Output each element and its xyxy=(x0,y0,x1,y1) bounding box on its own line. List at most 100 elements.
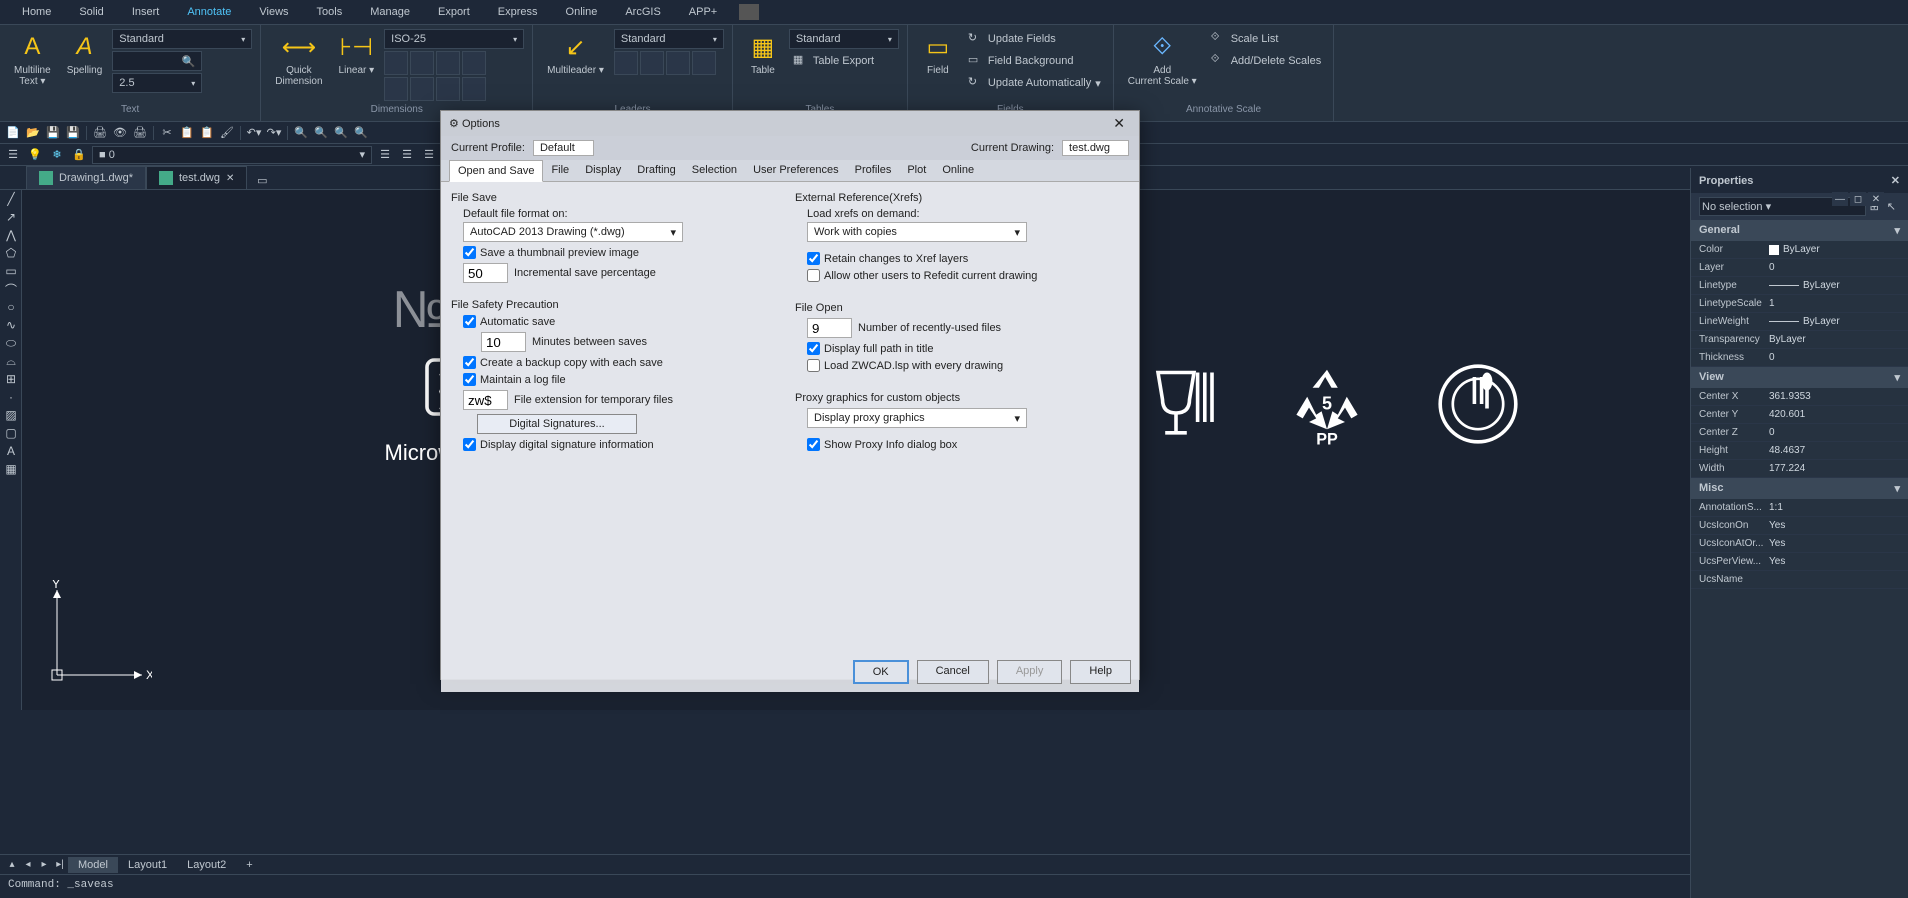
point-tool-icon[interactable]: · xyxy=(0,388,22,406)
incremental-input[interactable] xyxy=(463,263,508,283)
menu-home[interactable]: Home xyxy=(8,2,65,22)
redo-icon[interactable]: ↷▾ xyxy=(265,124,283,142)
layout-tab-model[interactable]: Model xyxy=(68,857,118,873)
leader-tool-icon[interactable] xyxy=(666,51,690,75)
layout-tab-2[interactable]: Layout2 xyxy=(177,857,236,873)
tab-display[interactable]: Display xyxy=(577,160,629,181)
text-find-input[interactable]: 🔍 xyxy=(112,51,202,71)
update-auto-button[interactable]: ↻Update Automatically ▾ xyxy=(964,73,1105,93)
prop-row[interactable]: LineWeightByLayer xyxy=(1691,313,1908,331)
cancel-button[interactable]: Cancel xyxy=(917,660,989,684)
zoom-icon[interactable]: 🔍 xyxy=(292,124,310,142)
open-icon[interactable]: 📂 xyxy=(24,124,42,142)
layer-props-icon[interactable]: ☰ xyxy=(4,146,22,164)
quick-dimension-button[interactable]: ⟷ Quick Dimension xyxy=(269,29,328,89)
block-tool-icon[interactable]: ⊞ xyxy=(0,370,22,388)
circle-tool-icon[interactable]: ○ xyxy=(0,298,22,316)
prop-row[interactable]: Thickness0 xyxy=(1691,349,1908,367)
menu-online[interactable]: Online xyxy=(552,2,612,22)
leader-tool-icon[interactable] xyxy=(640,51,664,75)
prop-row[interactable]: LinetypeByLayer xyxy=(1691,277,1908,295)
prop-row[interactable]: TransparencyByLayer xyxy=(1691,331,1908,349)
update-fields-button[interactable]: ↻Update Fields xyxy=(964,29,1105,49)
add-delete-scales-button[interactable]: ⟐Add/Delete Scales xyxy=(1207,51,1326,71)
close-panel-icon[interactable]: ✕ xyxy=(1891,174,1900,187)
proxy-combo[interactable]: Display proxy graphics▾ xyxy=(807,408,1027,428)
menu-manage[interactable]: Manage xyxy=(356,2,424,22)
undo-icon[interactable]: ↶▾ xyxy=(245,124,263,142)
menu-solid[interactable]: Solid xyxy=(65,2,117,22)
prop-row[interactable]: Layer0 xyxy=(1691,259,1908,277)
maximize-icon[interactable]: ◻ xyxy=(1850,192,1866,206)
tab-open-save[interactable]: Open and Save xyxy=(449,160,543,182)
menu-export[interactable]: Export xyxy=(424,2,484,22)
load-xrefs-combo[interactable]: Work with copies▾ xyxy=(807,222,1027,242)
table-style-combo[interactable]: Standard▾ xyxy=(789,29,899,49)
drawing-combo[interactable]: test.dwg xyxy=(1062,140,1129,156)
cut-icon[interactable]: ✂ xyxy=(158,124,176,142)
dim-style-combo[interactable]: ISO-25▾ xyxy=(384,29,524,49)
leader-tool-icon[interactable] xyxy=(692,51,716,75)
copy-icon[interactable]: 📋 xyxy=(178,124,196,142)
hatch-tool-icon[interactable]: ▨ xyxy=(0,406,22,424)
layer-lock-icon[interactable]: 🔒 xyxy=(70,146,88,164)
text-tool-icon[interactable]: A xyxy=(0,442,22,460)
linear-button[interactable]: ⊦⊣ Linear ▾ xyxy=(333,29,381,78)
ok-button[interactable]: OK xyxy=(853,660,909,684)
zoom-ext-icon[interactable]: 🔍 xyxy=(332,124,350,142)
section-view[interactable]: View▾ xyxy=(1691,367,1908,388)
show-proxy-checkbox[interactable]: Show Proxy Info dialog box xyxy=(807,438,1129,451)
field-background-button[interactable]: ▭Field Background xyxy=(964,51,1105,71)
layout-tab-1[interactable]: Layout1 xyxy=(118,857,177,873)
new-icon[interactable]: 📄 xyxy=(4,124,22,142)
save-thumbnail-checkbox[interactable]: Save a thumbnail preview image xyxy=(463,246,785,259)
text-style-combo[interactable]: Standard▾ xyxy=(112,29,252,49)
multiline-text-button[interactable]: A Multiline Text ▾ xyxy=(8,29,57,89)
line-tool-icon[interactable]: ╱ xyxy=(0,190,22,208)
help-button[interactable]: Help xyxy=(1070,660,1131,684)
prop-row[interactable]: LinetypeScale1 xyxy=(1691,295,1908,313)
region-tool-icon[interactable]: ▢ xyxy=(0,424,22,442)
retain-xref-checkbox[interactable]: Retain changes to Xref layers xyxy=(807,252,1129,265)
menu-tools[interactable]: Tools xyxy=(303,2,357,22)
ellipse-tool-icon[interactable]: ⬭ xyxy=(0,334,22,352)
dim-tool-icon[interactable] xyxy=(462,51,486,75)
section-misc[interactable]: Misc▾ xyxy=(1691,478,1908,499)
tab-user-prefs[interactable]: User Preferences xyxy=(745,160,847,181)
match-icon[interactable]: 🖌 xyxy=(218,124,236,142)
text-height-combo[interactable]: 2.5▾ xyxy=(112,73,202,93)
auto-save-checkbox[interactable]: Automatic save xyxy=(463,315,785,328)
prop-row[interactable]: Height48.4637 xyxy=(1691,442,1908,460)
recent-files-input[interactable] xyxy=(807,318,852,338)
ray-tool-icon[interactable]: ↗ xyxy=(0,208,22,226)
table-export-button[interactable]: ▦Table Export xyxy=(789,51,899,71)
dim-tool-icon[interactable] xyxy=(384,77,408,101)
layer-freeze-icon[interactable]: ❄ xyxy=(48,146,66,164)
menu-express[interactable]: Express xyxy=(484,2,552,22)
layout-add-icon[interactable]: + xyxy=(236,857,262,873)
close-icon[interactable]: ✕ xyxy=(1868,192,1884,206)
prop-row[interactable]: UcsIconOnYes xyxy=(1691,517,1908,535)
menu-annotate[interactable]: Annotate xyxy=(173,2,245,22)
saveall-icon[interactable]: 💾 xyxy=(64,124,82,142)
dialog-close-icon[interactable]: ✕ xyxy=(1107,115,1131,132)
plot-icon[interactable]: 🖨 xyxy=(131,124,149,142)
backup-checkbox[interactable]: Create a backup copy with each save xyxy=(463,356,785,369)
earc-tool-icon[interactable]: ⌓ xyxy=(0,352,22,370)
layout-prev-icon[interactable]: ◂ xyxy=(20,857,36,873)
dim-tool-icon[interactable] xyxy=(436,51,460,75)
layout-next-icon[interactable]: ▸ xyxy=(36,857,52,873)
spline-tool-icon[interactable]: ∿ xyxy=(0,316,22,334)
layer-iso-icon[interactable]: ☰ xyxy=(376,146,394,164)
menu-app[interactable]: APP+ xyxy=(675,2,731,22)
pline-tool-icon[interactable]: ⋀ xyxy=(0,226,22,244)
layer-combo[interactable]: ■ 0▾ xyxy=(92,146,372,164)
section-general[interactable]: General▾ xyxy=(1691,220,1908,241)
dim-tool-icon[interactable] xyxy=(410,77,434,101)
zoom-prev-icon[interactable]: 🔍 xyxy=(352,124,370,142)
add-scale-button[interactable]: ⟐ Add Current Scale ▾ xyxy=(1122,29,1203,89)
prop-row[interactable]: Center Y420.601 xyxy=(1691,406,1908,424)
save-icon[interactable]: 💾 xyxy=(44,124,62,142)
prop-row[interactable]: AnnotationS...1:1 xyxy=(1691,499,1908,517)
prop-row[interactable]: Center Z0 xyxy=(1691,424,1908,442)
